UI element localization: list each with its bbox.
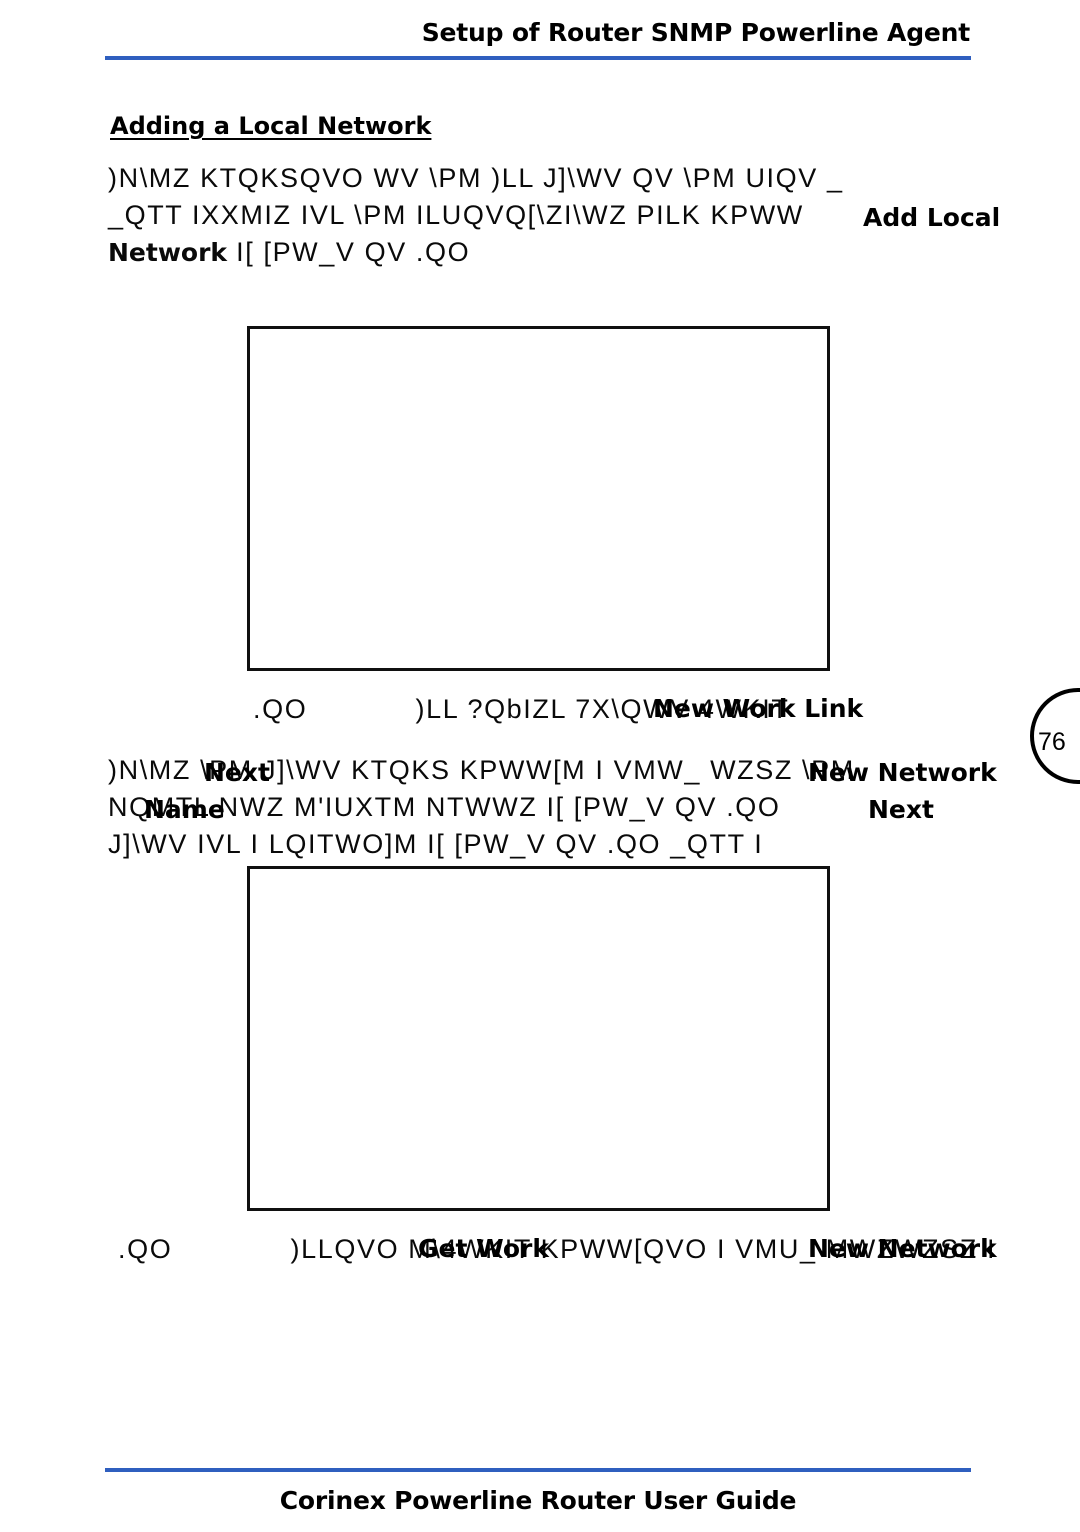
overprint-name-field-label: Name bbox=[144, 795, 225, 824]
figure-1-image-placeholder bbox=[247, 326, 830, 671]
figure-2-caption-overprint-2: New Network bbox=[808, 1234, 997, 1263]
overprint-next-button-label-1: Next bbox=[204, 758, 270, 787]
paragraph-2-line-1: )N\MZ \PM J]\WV KTQKS KPWW[M I VMW_ WZSZ… bbox=[108, 752, 1080, 789]
figure-2-caption-overprint-1: Get Work bbox=[418, 1234, 549, 1263]
paragraph-1-line-2: _QTT IXXMIZ IVL \PM ILUQVQ[\ZI\WZ PILK K… bbox=[108, 197, 1080, 234]
footer-divider-rule bbox=[105, 1468, 971, 1472]
page-header-title: Setup of Router SNMP Powerline Agent bbox=[421, 18, 970, 47]
paragraph-1-line-3: Network I[ [PW_V QV .QO bbox=[108, 234, 1080, 271]
paragraph-1-line-1-text: )N\MZ KTQKSQVO WV \PM )LL J]\WV QV \PM U… bbox=[108, 163, 844, 193]
page-footer-title: Corinex Powerline Router User Guide bbox=[279, 1486, 797, 1515]
document-page: Setup of Router SNMP Powerline Agent Add… bbox=[0, 0, 1080, 1532]
figure-2-image-placeholder bbox=[247, 866, 830, 1211]
body-paragraph-1: )N\MZ KTQKSQVO WV \PM )LL J]\WV QV \PM U… bbox=[108, 160, 1080, 271]
section-heading: Adding a Local Network bbox=[110, 112, 432, 140]
paragraph-1-line-2-tail: PILK KPWW bbox=[636, 200, 804, 230]
figure-1-caption-overprint: New Work Link bbox=[653, 694, 864, 723]
paragraph-2-line-2: NQMTL NWZ M'IUXTM NTWWZ I[ [PW_V QV .QO … bbox=[108, 789, 1080, 826]
overprint-next-button-label-2: Next bbox=[868, 795, 934, 824]
figure-1-caption: .QO )LL ?QbIZL 7X\QWV 4WKIT New Work Lin… bbox=[253, 694, 863, 725]
figure-2-caption-prefix: .QO bbox=[118, 1234, 173, 1264]
body-paragraph-2: )N\MZ \PM J]\WV KTQKS KPWW[M I VMW_ WZSZ… bbox=[108, 752, 1080, 863]
paragraph-1-line-1: )N\MZ KTQKSQVO WV \PM )LL J]\WV QV \PM U… bbox=[108, 160, 1080, 197]
paragraph-1-line-2-text: _QTT IXXMIZ IVL \PM ILUQVQ[\ZI\WZ bbox=[108, 200, 637, 230]
figure-1-caption-prefix: .QO bbox=[253, 694, 308, 724]
paragraph-1-bold-network-label: Network bbox=[108, 238, 228, 267]
paragraph-2-line-3-text: J]\WV IVL I LQITWO]M I[ [PW_V QV .QO _QT… bbox=[108, 829, 764, 859]
overprint-add-local-label: Add Local bbox=[863, 203, 1001, 232]
header-divider-rule bbox=[105, 56, 971, 60]
overprint-new-network-label: New Network bbox=[808, 758, 997, 787]
paragraph-2-line-3: J]\WV IVL I LQITWO]M I[ [PW_V QV .QO _QT… bbox=[108, 826, 1080, 863]
figure-2-caption: .QO )LLQVO M\4WKIT KPWW[QVO I VMU_ MWZWZ… bbox=[118, 1234, 997, 1265]
paragraph-1-line-3-text: I[ [PW_V QV .QO bbox=[227, 237, 471, 267]
